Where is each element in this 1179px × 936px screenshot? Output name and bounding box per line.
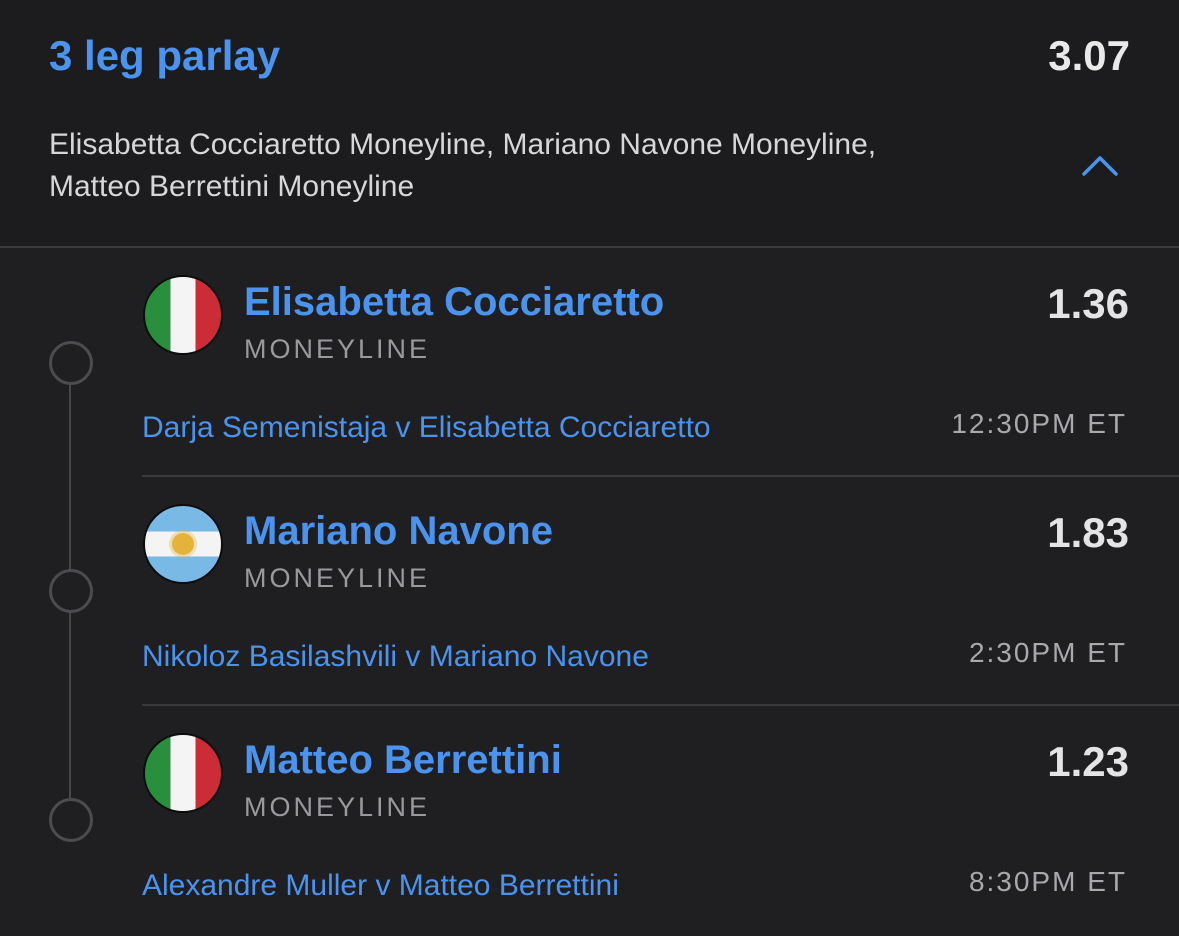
parlay-leg[interactable]: Elisabetta Cocciaretto MONEYLINE 1.36 Da… <box>0 248 1179 478</box>
leg-odds: 1.83 <box>1047 509 1129 556</box>
leg-odds: 1.36 <box>1047 280 1129 327</box>
parlay-leg[interactable]: Mariano Navone MONEYLINE 1.83 Nikoloz Ba… <box>0 477 1179 707</box>
leg-market: MONEYLINE <box>244 334 431 364</box>
sun-of-may-icon <box>172 533 194 555</box>
parlay-total-odds: 3.07 <box>1048 32 1130 79</box>
parlay-summary-line: Elisabetta Cocciaretto Moneyline, Marian… <box>49 128 877 161</box>
leg-market: MONEYLINE <box>244 792 431 822</box>
leg-match-link[interactable]: Nikoloz Basilashvili v Mariano Navone <box>142 640 649 674</box>
leg-market: MONEYLINE <box>244 563 431 593</box>
leg-start-time: 2:30PM ET <box>968 637 1127 668</box>
leg-player-name: Elisabetta Cocciaretto <box>244 280 665 324</box>
argentina-flag-icon <box>143 504 223 584</box>
leg-match-link[interactable]: Alexandre Muller v Matteo Berrettini <box>142 869 619 903</box>
parlay-leg[interactable]: Matteo Berrettini MONEYLINE 1.23 Alexand… <box>0 706 1179 936</box>
parlay-title: 3 leg parlay <box>49 32 281 79</box>
chevron-up-icon[interactable] <box>1078 148 1122 184</box>
leg-player-name: Matteo Berrettini <box>244 738 562 782</box>
leg-match-link[interactable]: Darja Semenistaja v Elisabetta Cocciaret… <box>142 411 711 445</box>
leg-player-name: Mariano Navone <box>244 509 553 553</box>
parlay-summary-line: Matteo Berrettini Moneyline <box>49 170 415 203</box>
leg-start-time: 8:30PM ET <box>968 866 1127 897</box>
leg-start-time: 12:30PM ET <box>951 408 1127 439</box>
parlay-header[interactable]: 3 leg parlay 3.07 Elisabetta Cocciaretto… <box>0 0 1179 246</box>
leg-odds: 1.23 <box>1047 738 1129 785</box>
parlay-summary: Elisabetta Cocciaretto Moneyline, Marian… <box>49 124 1049 208</box>
italy-flag-icon <box>143 733 223 813</box>
italy-flag-icon <box>143 275 223 355</box>
